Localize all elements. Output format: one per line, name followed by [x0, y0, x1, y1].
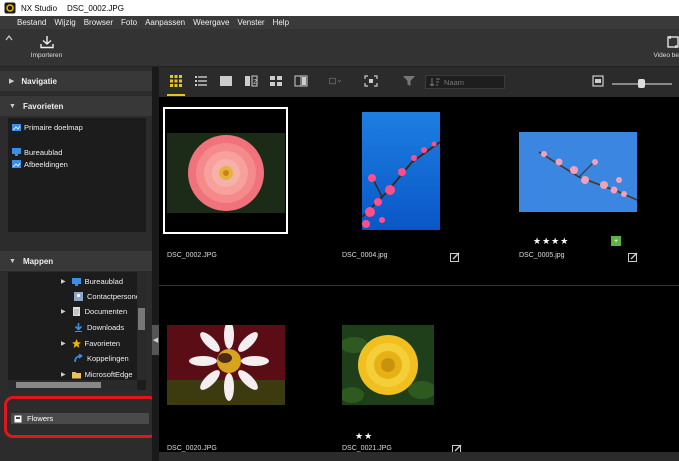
menu-help[interactable]: Help: [273, 18, 289, 27]
rating-stars[interactable]: ★★: [355, 431, 373, 442]
desktop-icon: [12, 148, 21, 156]
folders-vertical-scrollbar[interactable]: [137, 272, 146, 380]
import-icon: [39, 36, 54, 49]
single-image-view-icon[interactable]: [219, 75, 233, 87]
favorite-item-pictures[interactable]: Afbeeldingen: [12, 158, 68, 170]
thumbnail-filename: DSC_0002.JPG: [167, 252, 217, 259]
adjustment-badge: +: [611, 236, 621, 246]
before-after-view-icon[interactable]: [294, 75, 308, 87]
content-toolbar: 2 Naam: [159, 67, 679, 97]
rating-stars[interactable]: ★★★★: [533, 236, 569, 247]
favorite-item-desktop[interactable]: Bureaublad: [12, 146, 62, 158]
folder-item-downloads[interactable]: Downloads: [74, 321, 124, 334]
collapse-triangle-icon: ▼: [9, 257, 16, 265]
sidebar-divider[interactable]: ◀: [152, 67, 159, 461]
folders-label: Mappen: [22, 256, 54, 266]
filter-icon[interactable]: [402, 75, 416, 87]
video-edit-button[interactable]: Video be: [650, 35, 679, 65]
menu-browser[interactable]: Browser: [84, 18, 113, 27]
folders-panel-header[interactable]: ▼ Mappen: [0, 251, 152, 271]
thumbnail-size-icon[interactable]: [591, 75, 605, 87]
favorite-item-primary-folder[interactable]: Primaire doelmap: [12, 121, 83, 133]
menu-bar: Bestand Wijzig Browser Foto Aanpassen We…: [0, 16, 679, 29]
thumbnail-filename: DSC_0005.jpg: [519, 252, 565, 259]
collapse-toolbar-icon[interactable]: [4, 33, 14, 43]
folder-item-links[interactable]: Koppelingen: [74, 352, 129, 365]
folder-item-favorites[interactable]: ▶ Favorieten: [61, 337, 120, 350]
menu-weergave[interactable]: Weergave: [193, 18, 229, 27]
svg-text:2: 2: [253, 79, 257, 86]
title-bar: NX Studio DSC_0002.JPG: [0, 0, 679, 16]
thumbnail-image-blossom-portrait[interactable]: [362, 112, 440, 230]
collapse-sidebar-handle[interactable]: ◀: [152, 325, 159, 355]
expand-arrow-icon[interactable]: ▶: [61, 371, 66, 378]
zoom-slider-knob[interactable]: [638, 79, 645, 88]
list-view-icon[interactable]: [194, 75, 208, 87]
thumbnail-grid-view-icon[interactable]: [169, 75, 183, 87]
download-icon: [74, 323, 83, 332]
thumbnail-filename: DSC_0020.JPG: [167, 445, 217, 452]
video-label: Video be: [653, 52, 679, 59]
thumbnail-filename: DSC_0021.JPG: [342, 445, 392, 452]
edit-pencil-icon[interactable]: [450, 252, 460, 262]
row-divider: [159, 285, 679, 286]
window-file-name: DSC_0002.JPG: [67, 3, 124, 13]
active-view-indicator: [167, 94, 185, 96]
folder-item-documents[interactable]: ▶ Documenten: [61, 305, 127, 318]
navigation-label: Navigatie: [21, 76, 57, 86]
folders-horizontal-scrollbar[interactable]: [8, 380, 137, 390]
contacts-folder-icon: [74, 292, 83, 301]
folder-item-desktop[interactable]: ▶ Bureaublad: [61, 275, 123, 288]
favorites-label: Favorieten: [22, 101, 64, 111]
bottom-status-bar: [159, 452, 679, 461]
favorites-list: Primaire doelmap Bureaublad Afbeeldingen: [8, 118, 146, 232]
expand-arrow-icon[interactable]: ▶: [61, 278, 66, 285]
menu-aanpassen[interactable]: Aanpassen: [145, 18, 185, 27]
pictures-icon: [12, 160, 21, 168]
collapse-triangle-icon: ▼: [9, 102, 16, 110]
app-name: NX Studio: [21, 3, 58, 13]
thumbnail-filename: DSC_0004.jpg: [342, 252, 388, 259]
thumbnail-image-yellow-rose[interactable]: [342, 325, 434, 405]
import-label: Importeren: [30, 52, 63, 59]
compare-two-view-icon[interactable]: 2: [244, 75, 258, 87]
video-editor-icon: [667, 36, 679, 48]
navigation-panel-header[interactable]: ▶ Navigatie: [0, 71, 152, 91]
edit-pencil-icon[interactable]: [628, 252, 638, 262]
main-toolbar: Importeren Video be: [0, 29, 679, 67]
menu-foto[interactable]: Foto: [121, 18, 137, 27]
expand-triangle-icon: ▶: [9, 78, 15, 85]
documents-folder-icon: [72, 307, 80, 316]
folders-tree: ▶ Bureaublad Contactpersonen ▶ Documente…: [8, 272, 146, 390]
scrollbar-thumb[interactable]: [16, 382, 101, 388]
thumbnail-image-daisy-bee[interactable]: [167, 325, 285, 405]
link-arrow-icon: [74, 354, 83, 363]
import-button[interactable]: Importeren: [24, 35, 69, 65]
picture-folder-icon: [12, 124, 21, 131]
selection-frame: [163, 107, 288, 234]
thumbnail-image-blossom-landscape[interactable]: [519, 132, 637, 212]
multi-view-icon[interactable]: [269, 75, 283, 87]
sort-field-value: Naam: [444, 77, 465, 87]
favorites-panel-header[interactable]: ▼ Favorieten: [0, 96, 152, 116]
menu-venster[interactable]: Venster: [237, 18, 264, 27]
highlight-annotation: [4, 396, 158, 438]
star-icon: [71, 339, 81, 348]
scrollbar-thumb[interactable]: [138, 308, 145, 330]
fit-to-screen-icon[interactable]: [364, 75, 378, 87]
folder-item-contacts[interactable]: Contactpersonen: [74, 290, 144, 303]
folder-icon: [71, 372, 81, 379]
menu-wijzig[interactable]: Wijzig: [54, 18, 75, 27]
sort-field[interactable]: Naam: [425, 75, 505, 89]
expand-arrow-icon[interactable]: ▶: [61, 308, 66, 315]
nx-studio-app-icon: [4, 2, 16, 14]
display-options-icon[interactable]: [329, 75, 343, 87]
menu-bestand[interactable]: Bestand: [17, 18, 46, 27]
sort-icon: [430, 78, 440, 86]
expand-arrow-icon[interactable]: ▶: [61, 340, 66, 347]
desktop-folder-icon: [71, 278, 81, 286]
